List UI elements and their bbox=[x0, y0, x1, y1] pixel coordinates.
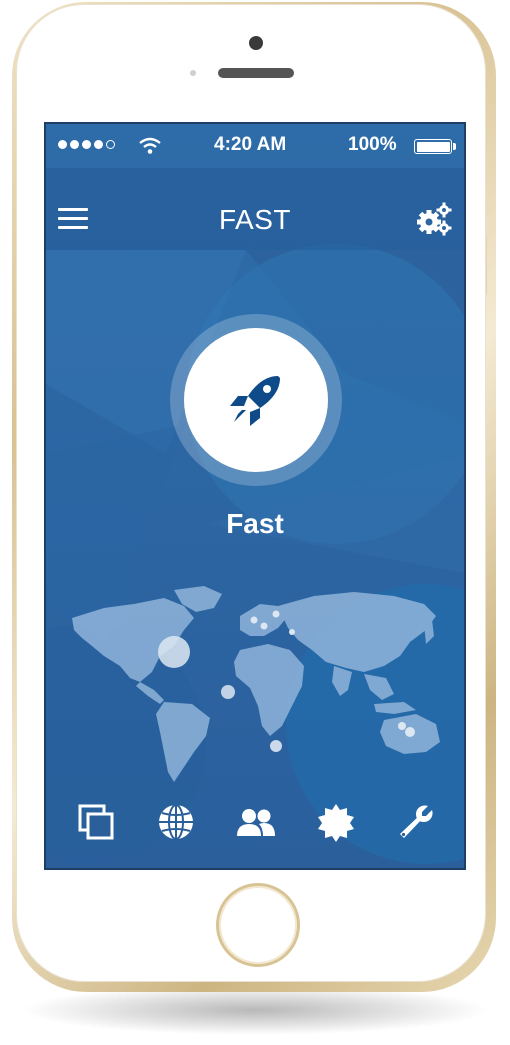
tab-users[interactable] bbox=[234, 800, 278, 844]
app-screen: 4:20 AM 100% FAST Fast bbox=[44, 122, 466, 870]
tab-globe[interactable] bbox=[154, 800, 198, 844]
signal-dot bbox=[106, 140, 115, 149]
proximity-sensor bbox=[190, 70, 196, 76]
battery-tip bbox=[453, 143, 456, 150]
battery-icon bbox=[414, 139, 452, 154]
battery-percentage: 100% bbox=[348, 134, 397, 155]
nav-bar: FAST bbox=[46, 168, 464, 250]
tab-bar bbox=[46, 782, 464, 868]
signal-strength bbox=[58, 140, 115, 149]
mode-button[interactable] bbox=[184, 328, 328, 472]
tab-badge[interactable] bbox=[314, 800, 358, 844]
status-time: 4:20 AM bbox=[214, 134, 287, 155]
wifi-icon bbox=[139, 137, 161, 154]
world-map bbox=[72, 586, 440, 782]
wrench-icon bbox=[400, 805, 433, 838]
tab-windows[interactable] bbox=[74, 800, 118, 844]
gears-icon[interactable] bbox=[416, 202, 452, 236]
windows-icon bbox=[78, 804, 114, 840]
page-title: FAST bbox=[218, 204, 291, 235]
front-camera bbox=[249, 36, 263, 50]
badge-icon bbox=[318, 804, 354, 842]
phone-shadow bbox=[20, 985, 490, 1035]
signal-dot bbox=[94, 140, 103, 149]
rocket-icon bbox=[230, 376, 280, 426]
signal-dot bbox=[58, 140, 67, 149]
mode-label: Fast bbox=[226, 508, 284, 539]
signal-dot bbox=[70, 140, 79, 149]
globe-icon bbox=[159, 804, 193, 840]
earpiece-speaker bbox=[218, 68, 294, 78]
home-button[interactable] bbox=[216, 883, 300, 967]
users-icon bbox=[237, 809, 275, 836]
status-bar: 4:20 AM 100% bbox=[46, 124, 464, 168]
tab-wrench[interactable] bbox=[394, 800, 438, 844]
signal-dot bbox=[82, 140, 91, 149]
